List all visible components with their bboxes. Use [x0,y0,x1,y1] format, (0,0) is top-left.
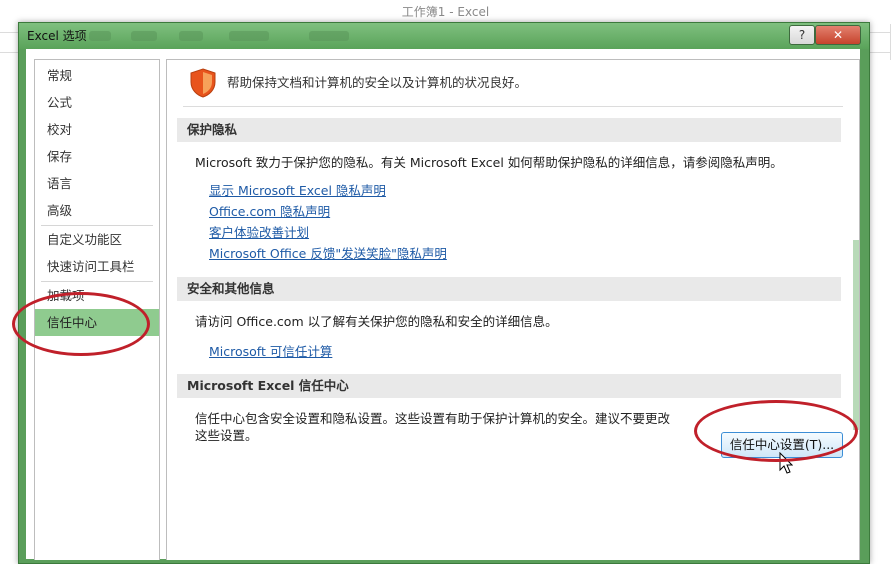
nav-item-customize-ribbon[interactable]: 自定义功能区 [35,226,159,253]
link-customer-experience-program[interactable]: 客户体验改善计划 [209,222,309,241]
blurred-ribbon-fragment [89,31,111,41]
nav-item-save[interactable]: 保存 [35,143,159,170]
dialog-title: Excel 选项 [27,29,87,43]
link-feedback-privacy-statement[interactable]: Microsoft Office 反馈"发送笑脸"隐私声明 [209,243,447,262]
row-header-strip [0,60,19,548]
close-button[interactable]: ✕ [815,25,861,45]
nav-item-trust-center[interactable]: 信任中心 [35,309,159,336]
help-button[interactable]: ? [789,25,815,45]
nav-item-proofing[interactable]: 校对 [35,116,159,143]
panel-scrollbar[interactable] [853,240,859,430]
link-trustworthy-computing[interactable]: Microsoft 可信任计算 [209,341,332,360]
options-nav: 常规 公式 校对 保存 语言 高级 自定义功能区 快速访问工具栏 加载项 信任中… [34,59,160,560]
nav-item-formulas[interactable]: 公式 [35,89,159,116]
section-trust-center-title: Microsoft Excel 信任中心 [177,374,841,398]
dialog-body: 常规 公式 校对 保存 语言 高级 自定义功能区 快速访问工具栏 加载项 信任中… [26,49,860,560]
panel-header-text: 帮助保持文档和计算机的安全以及计算机的状况良好。 [227,75,528,90]
section-security-title: 安全和其他信息 [177,277,841,301]
excel-options-dialog: Excel 选项 ? ✕ 常规 公式 校对 保存 语言 高级 自定义功能区 快速… [18,22,870,564]
trust-center-description-line2: 这些设置。 [195,428,258,443]
header-divider [183,106,843,107]
security-description: 请访问 Office.com 以了解有关保护您的隐私和安全的详细信息。 [195,314,558,329]
blurred-ribbon-fragment [229,31,269,41]
right-strip [869,60,891,548]
blurred-ribbon-fragment [131,31,157,41]
nav-item-quick-access-toolbar[interactable]: 快速访问工具栏 [35,253,159,280]
nav-item-add-ins[interactable]: 加载项 [35,282,159,309]
section-privacy-title: 保护隐私 [177,118,841,142]
privacy-description: Microsoft 致力于保护您的隐私。有关 Microsoft Excel 如… [195,155,783,170]
mouse-pointer-icon [779,452,793,474]
nav-item-general[interactable]: 常规 [35,62,159,89]
nav-item-language[interactable]: 语言 [35,170,159,197]
excel-window-title: 工作簿1 - Excel [0,0,891,24]
shield-icon [190,68,216,98]
trust-center-description-line1: 信任中心包含安全设置和隐私设置。这些设置有助于保护计算机的安全。建议不要更改 [195,411,671,426]
link-excel-privacy-statement[interactable]: 显示 Microsoft Excel 隐私声明 [209,180,386,199]
blurred-ribbon-fragment [309,31,349,41]
trust-center-panel: 帮助保持文档和计算机的安全以及计算机的状况良好。 保护隐私 Microsoft … [166,59,860,560]
blurred-ribbon-fragment [179,31,203,41]
link-office-privacy-statement[interactable]: Office.com 隐私声明 [209,201,330,220]
dialog-titlebar[interactable]: Excel 选项 ? ✕ [19,23,869,49]
nav-item-advanced[interactable]: 高级 [35,197,159,224]
